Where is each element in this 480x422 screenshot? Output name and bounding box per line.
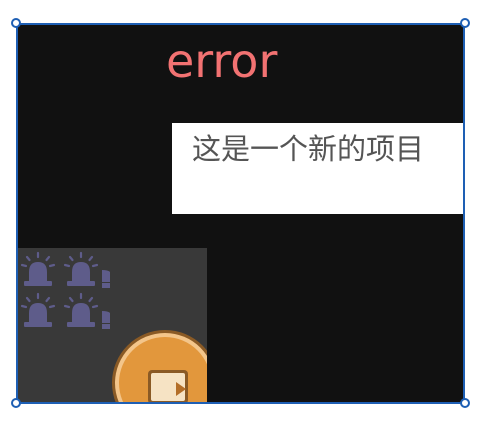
resize-handle-top-right[interactable]: [460, 18, 470, 28]
editor-canvas: error 这是一个新的项目: [0, 0, 480, 422]
selected-component[interactable]: error 这是一个新的项目: [16, 23, 465, 404]
resize-handle-top-left[interactable]: [11, 18, 21, 28]
resize-handle-bottom-left[interactable]: [11, 398, 21, 408]
error-label: error: [166, 34, 278, 88]
new-item-label: 这是一个新的项目: [192, 132, 425, 166]
siren-icon: [63, 292, 99, 327]
new-item-box[interactable]: 这是一个新的项目: [172, 123, 465, 214]
siren-icon: [20, 292, 56, 327]
siren-icon: [63, 251, 99, 286]
siren-icon-grid: [16, 248, 110, 330]
media-thumbnail[interactable]: [16, 248, 207, 404]
siren-icon: [20, 251, 56, 286]
resize-handle-bottom-right[interactable]: [460, 398, 470, 408]
play-icon[interactable]: [110, 328, 207, 404]
siren-icon: [102, 270, 110, 329]
